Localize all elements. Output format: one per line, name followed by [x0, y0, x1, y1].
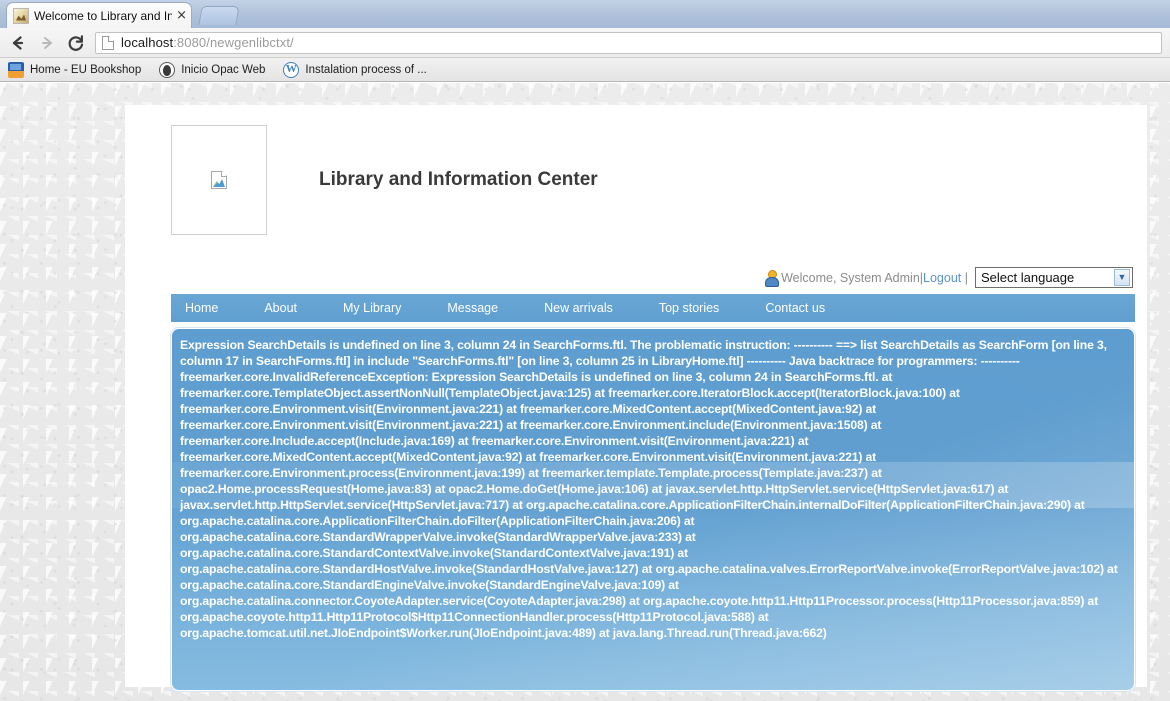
address-bar[interactable]: localhost:8080/newgenlibctxt/: [95, 31, 1162, 54]
page-content-card: Library and Information Center Welcome, …: [125, 105, 1147, 691]
tab-strip: Welcome to Library and Infor ×: [0, 0, 1170, 28]
page-document-icon: [102, 35, 114, 50]
close-icon[interactable]: ×: [176, 9, 187, 22]
nav-item-message[interactable]: Message: [447, 294, 522, 322]
account-separator: |: [961, 270, 968, 285]
logout-link[interactable]: Logout: [923, 271, 961, 285]
browser-window: Welcome to Library and Infor ×: [0, 0, 1170, 701]
main-navigation: Home About My Library Message New arriva…: [171, 294, 1135, 322]
broken-image-icon: [211, 171, 227, 189]
bookmark-label: Inicio Opac Web: [181, 63, 266, 76]
new-tab-button[interactable]: [198, 6, 240, 25]
tab-title: Welcome to Library and Infor: [34, 8, 173, 23]
back-arrow-icon[interactable]: [8, 33, 28, 53]
user-avatar-icon: [764, 270, 780, 287]
bookmark-label: Instalation process of ...: [305, 63, 427, 76]
account-bar: Welcome, System Admin|Logout | Select la…: [125, 267, 1147, 288]
url-text: localhost:8080/newgenlibctxt/: [121, 35, 294, 50]
language-select-value: Select language: [981, 270, 1075, 285]
site-logo-container: [171, 125, 267, 235]
welcome-message: Welcome, System Admin|Logout |: [781, 271, 968, 285]
page-title: Library and Information Center: [319, 169, 598, 190]
nav-item-top-stories[interactable]: Top stories: [659, 294, 743, 322]
bookmark-item-instalation-process[interactable]: W Instalation process of ...: [283, 61, 427, 78]
bookmark-item-opac-web[interactable]: Inicio Opac Web: [159, 61, 266, 78]
eu-bookshop-icon: [8, 61, 24, 78]
nav-item-new-arrivals[interactable]: New arrivals: [544, 294, 637, 322]
site-header: Library and Information Center: [125, 105, 1147, 235]
error-panel: Expression SearchDetails is undefined on…: [171, 328, 1135, 691]
bookmark-label: Home - EU Bookshop: [30, 63, 142, 76]
site-favicon-icon: [13, 7, 29, 24]
bookmarks-bar: Home - EU Bookshop Inicio Opac Web W Ins…: [0, 58, 1170, 82]
welcome-label: Welcome, System Admin|: [781, 270, 924, 285]
nav-item-home[interactable]: Home: [185, 294, 242, 322]
url-host: localhost: [121, 35, 174, 50]
language-select[interactable]: Select language ▼: [975, 267, 1133, 288]
page-viewport: Library and Information Center Welcome, …: [0, 83, 1170, 701]
browser-toolbar: localhost:8080/newgenlibctxt/: [0, 28, 1170, 58]
error-message-text: Expression SearchDetails is undefined on…: [180, 338, 1118, 640]
reload-arrow-icon[interactable]: [66, 33, 86, 53]
wordpress-icon: W: [283, 61, 300, 78]
browser-tab-active[interactable]: Welcome to Library and Infor ×: [6, 2, 192, 28]
bookmark-item-eu-bookshop[interactable]: Home - EU Bookshop: [8, 61, 142, 78]
forward-arrow-icon[interactable]: [37, 33, 57, 53]
opac-web-icon: [159, 61, 176, 78]
url-path: :8080/newgenlibctxt/: [173, 35, 294, 50]
chevron-down-icon[interactable]: ▼: [1114, 269, 1130, 286]
nav-item-about[interactable]: About: [264, 294, 321, 322]
nav-item-contact-us[interactable]: Contact us: [765, 294, 849, 322]
nav-item-my-library[interactable]: My Library: [343, 294, 425, 322]
